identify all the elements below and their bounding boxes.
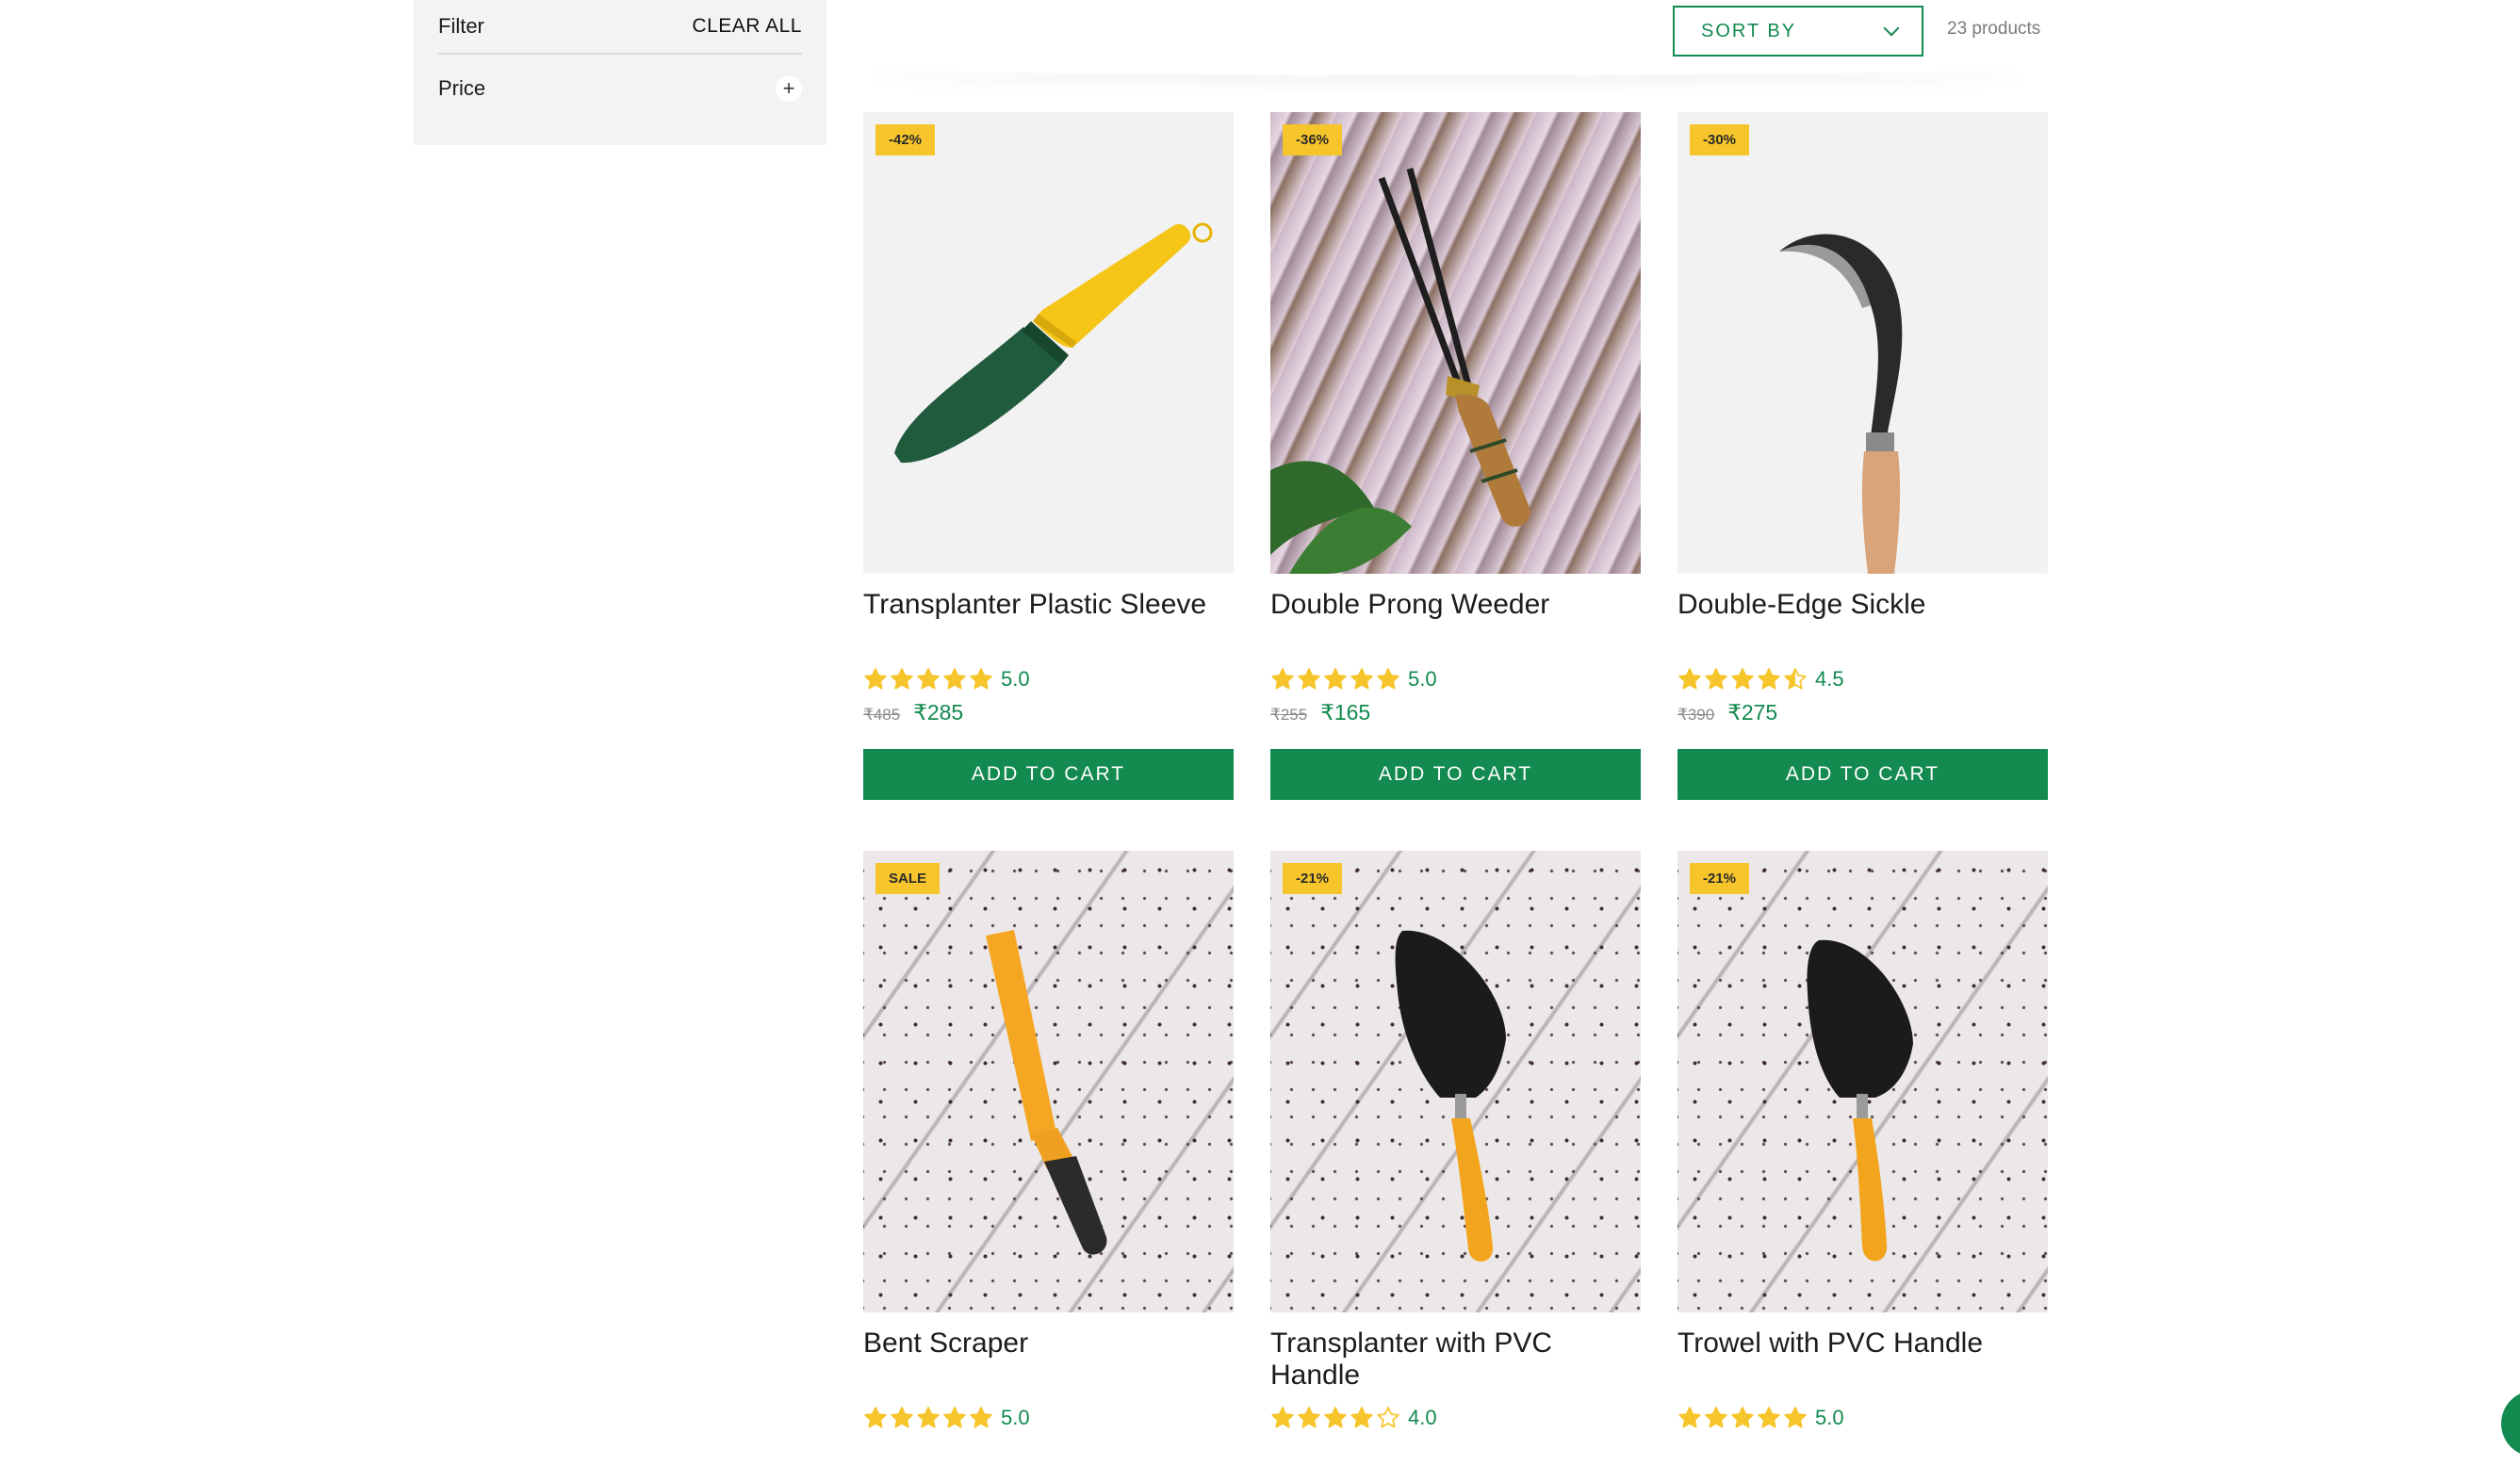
star-filled-icon [1271, 1407, 1294, 1428]
product-image-link[interactable] [1677, 851, 2048, 1312]
original-price: ₹255 [1270, 706, 1308, 724]
star-filled-icon [1298, 1407, 1320, 1428]
add-to-cart-button[interactable]: ADD TO CART [1677, 749, 2048, 800]
product-count: 23 products [1947, 19, 2041, 39]
add-to-cart-button[interactable]: ADD TO CART [1270, 749, 1641, 800]
star-filled-icon [1705, 1407, 1727, 1428]
product-image-link[interactable] [1270, 112, 1641, 574]
original-price: ₹485 [863, 706, 901, 724]
product-rating: 4.0 [1270, 1405, 1641, 1431]
product-rating: 5.0 [863, 666, 1234, 692]
star-filled-icon [864, 1407, 887, 1428]
filter-sidebar: Filter CLEAR ALL Price + [414, 0, 826, 145]
discount-badge: -21% [1690, 863, 1750, 894]
price-filter-label: Price [438, 76, 486, 100]
star-filled-icon [1324, 1407, 1347, 1428]
clear-all-button[interactable]: CLEAR ALL [692, 15, 802, 38]
star-filled-icon [943, 1407, 966, 1428]
product-name-link[interactable]: Transplanter with PVC Handle [1270, 1328, 1641, 1392]
star-filled-icon [1758, 1407, 1780, 1428]
star-empty-icon [1377, 1407, 1399, 1428]
discount-badge: -42% [875, 124, 936, 155]
star-filled-icon [891, 1407, 913, 1428]
star-filled-icon [970, 1407, 992, 1428]
product-image [1807, 939, 1913, 1262]
product-card: -36% Double Prong Weeder 5.0 ₹255 ₹165 A… [1270, 112, 1641, 800]
star-filled-icon [1350, 668, 1373, 690]
filter-title: Filter [438, 14, 484, 38]
product-price: ₹255 ₹165 [1270, 700, 1641, 732]
chevron-down-icon [1883, 20, 1900, 37]
star-filled-icon [1784, 1407, 1807, 1428]
price-filter-toggle[interactable]: Price + [438, 68, 802, 109]
product-image-link[interactable] [1677, 112, 2048, 574]
product-card: -21% Trowel with PVC Handle 5.0 [1677, 851, 2048, 1431]
star-filled-icon [1705, 668, 1727, 690]
original-price: ₹390 [1677, 706, 1715, 724]
rating-value: 5.0 [1408, 667, 1437, 691]
rating-value: 4.0 [1408, 1406, 1437, 1429]
star-filled-icon [1758, 668, 1780, 690]
star-filled-icon [1298, 668, 1320, 690]
product-card: -30% Double-Edge Sickle 4.5 ₹390 ₹275 AD… [1677, 112, 2048, 800]
product-card: SALE Bent Scraper 5.0 [863, 851, 1234, 1431]
product-image-link[interactable] [1270, 851, 1641, 1312]
product-image [986, 930, 1107, 1255]
discount-badge: -36% [1283, 124, 1343, 155]
rating-value: 5.0 [1001, 1406, 1030, 1429]
plus-icon[interactable]: + [776, 75, 802, 102]
sort-by-label: SORT BY [1701, 20, 1797, 41]
product-name-link[interactable]: Trowel with PVC Handle [1677, 1328, 2048, 1392]
star-filled-icon [917, 668, 940, 690]
product-grid: -42% Transplanter Plastic Sleeve 5.0 ₹48… [863, 112, 2049, 1431]
add-to-cart-button[interactable]: ADD TO CART [863, 749, 1234, 800]
product-rating: 5.0 [863, 1405, 1234, 1431]
rating-value: 5.0 [1001, 667, 1030, 691]
star-half-icon [1784, 668, 1807, 690]
sale-price: ₹165 [1320, 700, 1371, 725]
star-filled-icon [1731, 668, 1754, 690]
sale-price: ₹285 [913, 700, 964, 725]
star-filled-icon [917, 1407, 940, 1428]
star-filled-icon [1271, 668, 1294, 690]
toolbar-divider-shadow [863, 58, 2032, 75]
product-image [894, 222, 1213, 464]
product-image-link[interactable] [863, 851, 1234, 1312]
product-image [1779, 234, 1903, 574]
star-filled-icon [1678, 1407, 1701, 1428]
product-rating: 5.0 [1270, 666, 1641, 692]
sale-badge: SALE [875, 863, 941, 894]
star-filled-icon [1731, 1407, 1754, 1428]
product-image-link[interactable] [863, 112, 1234, 574]
rating-value: 4.5 [1815, 667, 1844, 691]
star-filled-icon [1377, 668, 1399, 690]
filter-header: Filter CLEAR ALL [438, 0, 802, 55]
product-name-link[interactable]: Double Prong Weeder [1270, 589, 1641, 653]
discount-badge: -21% [1283, 863, 1343, 894]
star-filled-icon [1350, 1407, 1373, 1428]
star-filled-icon [970, 668, 992, 690]
sort-by-dropdown[interactable]: SORT BY [1673, 6, 1923, 57]
product-name-link[interactable]: Double-Edge Sickle [1677, 589, 2048, 653]
star-filled-icon [864, 668, 887, 690]
star-filled-icon [891, 668, 913, 690]
product-price: ₹390 ₹275 [1677, 700, 2048, 732]
product-price: ₹485 ₹285 [863, 700, 1234, 732]
product-rating: 4.5 [1677, 666, 2048, 692]
star-filled-icon [943, 668, 966, 690]
product-name-link[interactable]: Transplanter Plastic Sleeve [863, 589, 1234, 653]
sale-price: ₹275 [1727, 700, 1778, 725]
chat-launcher-button[interactable] [2501, 1391, 2520, 1457]
product-image [1270, 168, 1530, 574]
product-card: -21% Transplanter with PVC Handle 4.0 [1270, 851, 1641, 1431]
rating-value: 5.0 [1815, 1406, 1844, 1429]
product-image [1395, 930, 1506, 1262]
discount-badge: -30% [1690, 124, 1750, 155]
star-filled-icon [1324, 668, 1347, 690]
product-name-link[interactable]: Bent Scraper [863, 1328, 1234, 1392]
product-rating: 5.0 [1677, 1405, 2048, 1431]
product-card: -42% Transplanter Plastic Sleeve 5.0 ₹48… [863, 112, 1234, 800]
star-filled-icon [1678, 668, 1701, 690]
